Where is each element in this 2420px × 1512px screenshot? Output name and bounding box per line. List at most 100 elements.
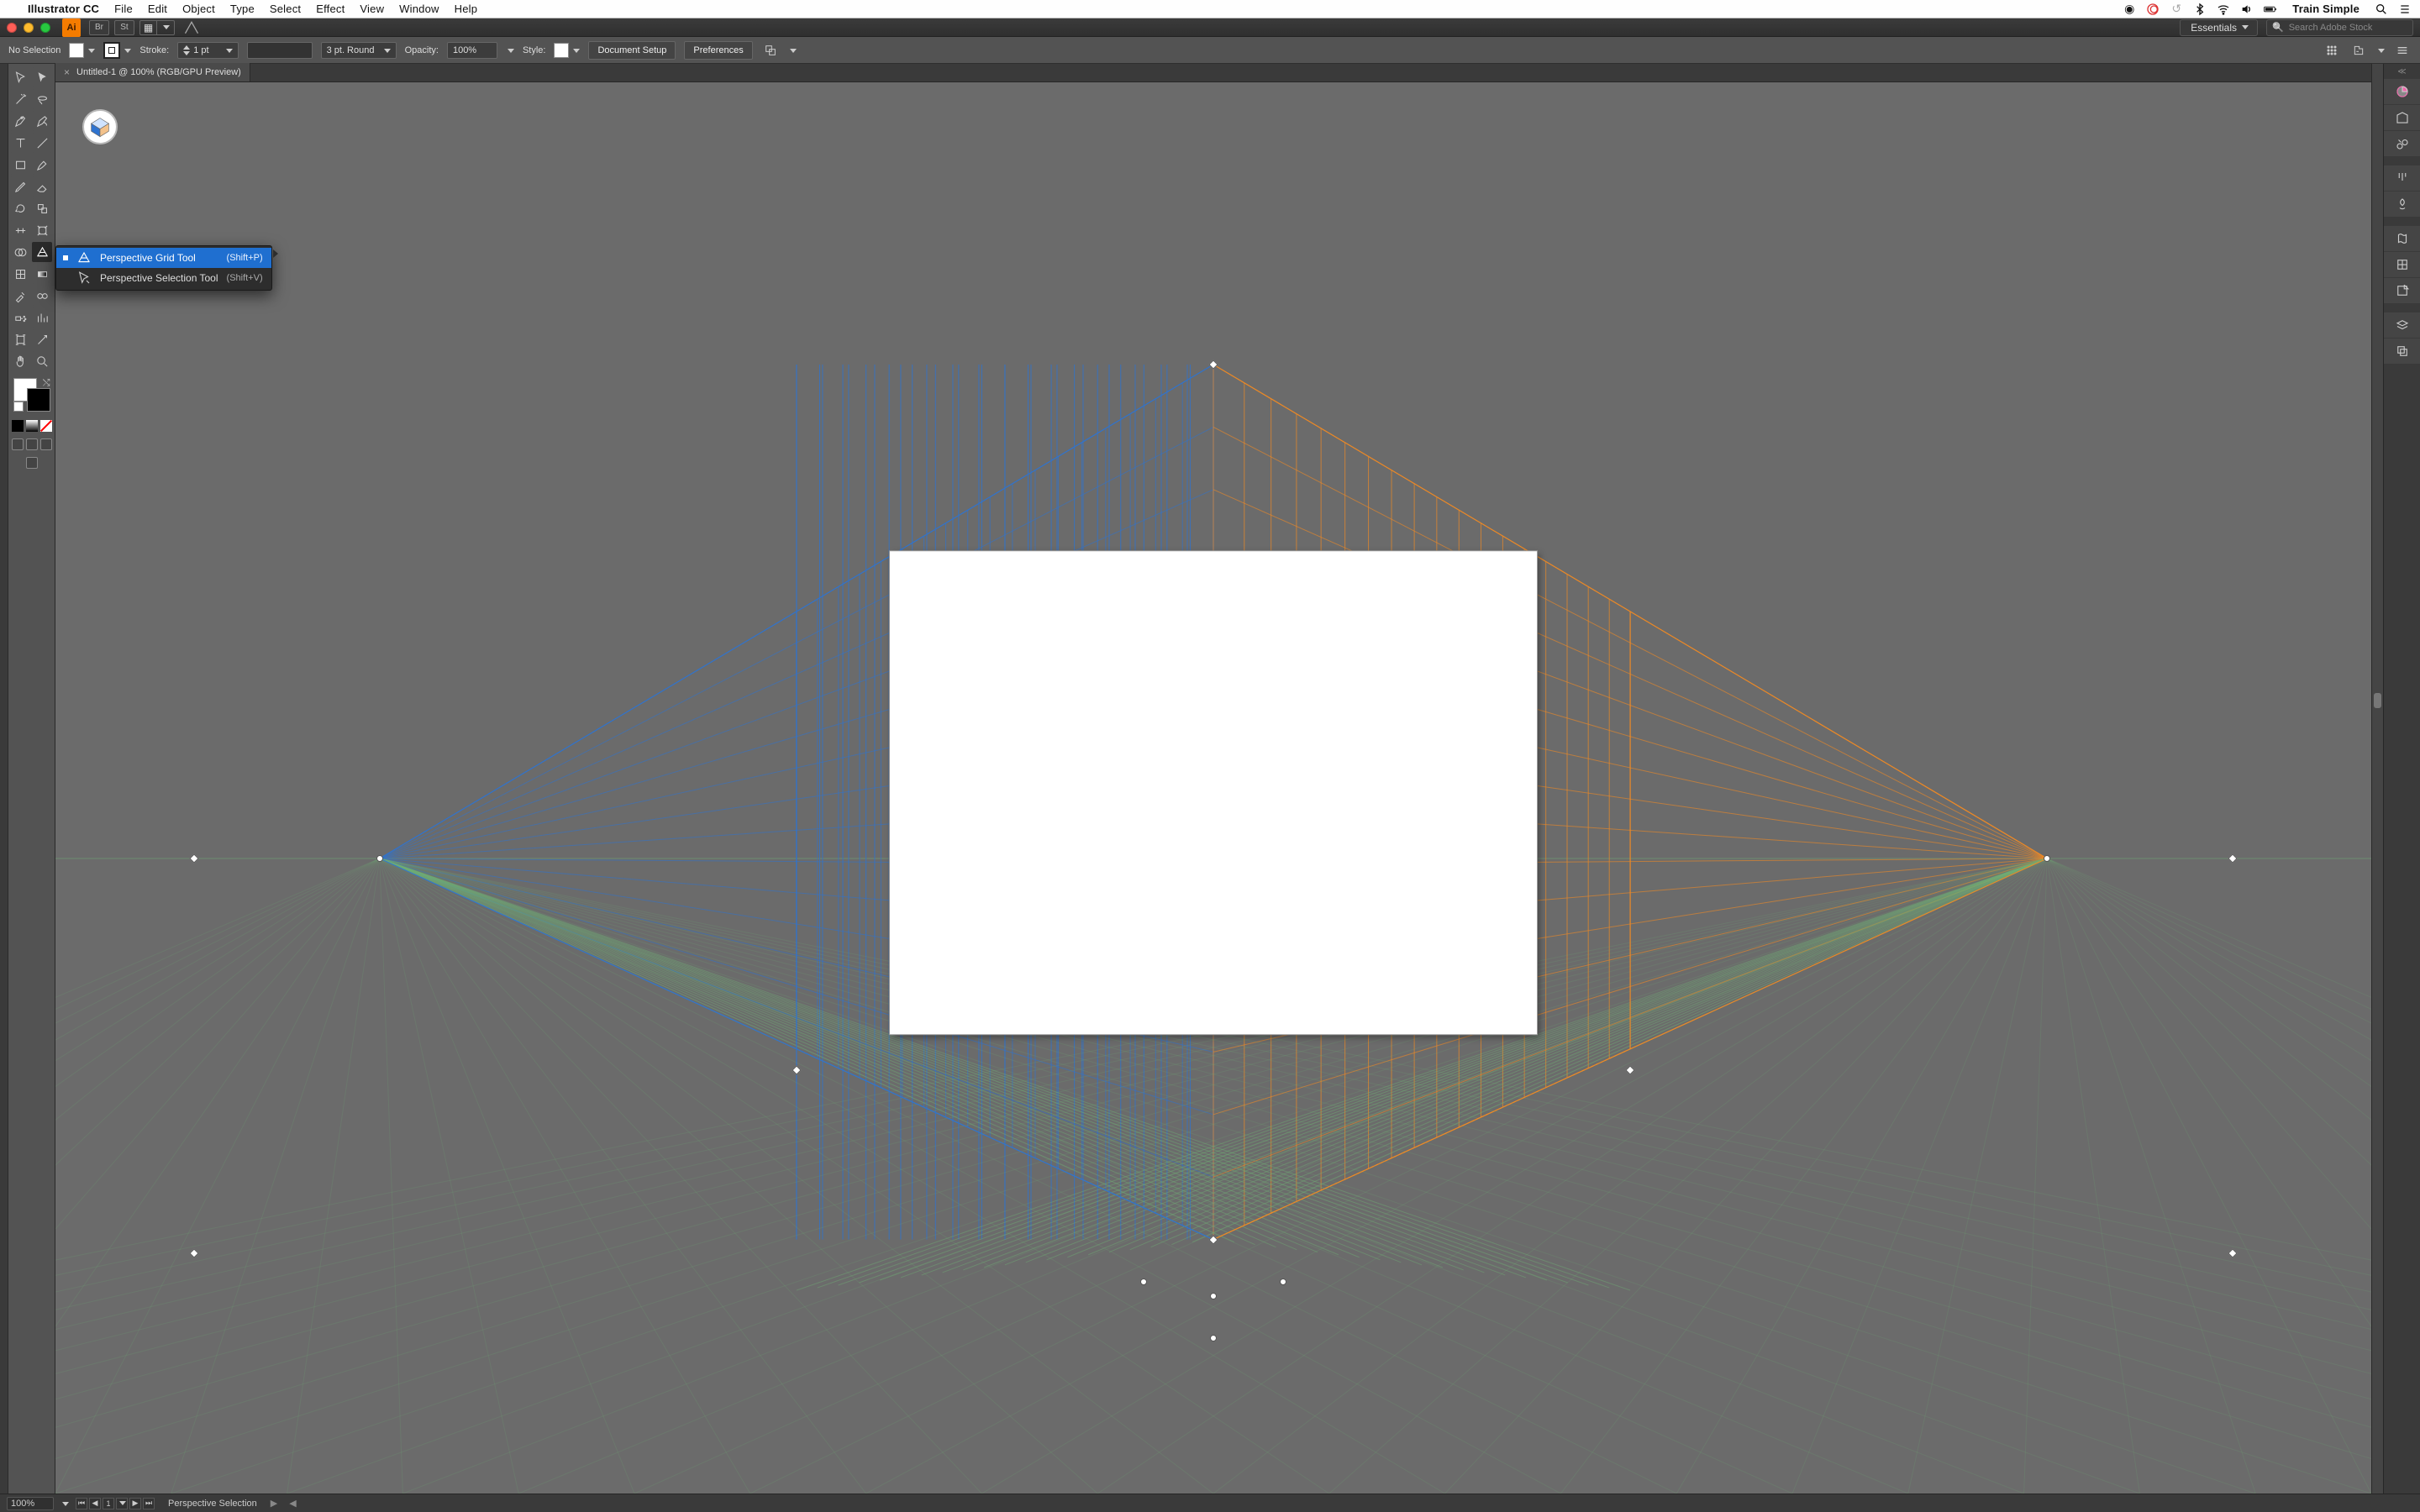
stock-button[interactable]: St	[114, 20, 134, 35]
close-window[interactable]	[7, 23, 17, 33]
battery-icon[interactable]	[2264, 3, 2277, 16]
grid-extent-right[interactable]	[2228, 1249, 2237, 1258]
zoom-field[interactable]: 100%	[7, 1497, 54, 1510]
draw-normal[interactable]	[12, 438, 24, 450]
stroke-color-swatch[interactable]	[27, 388, 50, 412]
grid-plane-right-bottom[interactable]	[1625, 1065, 1634, 1074]
dock-swatches[interactable]	[2384, 131, 2420, 156]
panel-menu-icon[interactable]	[2393, 41, 2412, 60]
opacity-caret[interactable]	[506, 45, 514, 55]
status-icon-circle[interactable]: ◉	[2123, 3, 2136, 16]
color-mode-gradient[interactable]	[26, 420, 38, 432]
zoom-tool[interactable]	[32, 351, 52, 371]
workspace-switcher[interactable]: Essentials	[2180, 19, 2258, 36]
curvature-tool[interactable]	[32, 111, 52, 131]
rectangle-tool[interactable]	[10, 155, 30, 175]
color-mode-none[interactable]	[40, 420, 52, 432]
volume-icon[interactable]	[2240, 3, 2254, 16]
flyout-perspective-grid[interactable]: Perspective Grid Tool (Shift+P)	[56, 248, 271, 268]
transform-panel-icon[interactable]	[2323, 41, 2341, 60]
preferences-button[interactable]: Preferences	[684, 41, 752, 60]
pencil-tool[interactable]	[10, 176, 30, 197]
perspective-grid-tool[interactable]	[32, 242, 52, 262]
free-transform-tool[interactable]	[32, 220, 52, 240]
status-menu-icon[interactable]: ▶	[271, 1498, 277, 1509]
canvas[interactable]	[55, 82, 2371, 1494]
opacity-field[interactable]: 100%	[447, 42, 497, 59]
direct-selection-tool[interactable]	[32, 67, 52, 87]
dock-layers[interactable]	[2384, 312, 2420, 338]
fill-stroke-widget[interactable]: ⤭	[13, 378, 50, 412]
symbol-sprayer-tool[interactable]	[10, 307, 30, 328]
rotate-tool[interactable]	[10, 198, 30, 218]
bluetooth-icon[interactable]	[2193, 3, 2207, 16]
menu-select[interactable]: Select	[262, 3, 308, 15]
artboard-caret[interactable]	[116, 1498, 128, 1509]
align-to-button[interactable]	[761, 41, 780, 60]
brush-definition[interactable]: 3 pt. Round	[321, 42, 397, 59]
swap-fill-stroke[interactable]: ⤭	[43, 378, 50, 389]
menu-help[interactable]: Help	[447, 3, 486, 15]
dock-artboards[interactable]	[2384, 339, 2420, 364]
artboard-tool[interactable]	[10, 329, 30, 349]
arrange-documents[interactable]: ▦	[139, 20, 175, 35]
menu-edit[interactable]: Edit	[140, 3, 175, 15]
draw-inside[interactable]	[40, 438, 52, 450]
column-graph-tool[interactable]	[32, 307, 52, 328]
bridge-button[interactable]: Br	[89, 20, 109, 35]
notification-center-icon[interactable]	[2398, 3, 2412, 16]
flyout-perspective-selection[interactable]: Perspective Selection Tool (Shift+V)	[56, 268, 271, 288]
next-artboard[interactable]: ▶	[129, 1498, 141, 1509]
graphic-style[interactable]	[554, 43, 580, 58]
zoom-window[interactable]	[40, 23, 50, 33]
dock-symbols[interactable]	[2384, 192, 2420, 217]
status-icon-cc[interactable]	[2146, 3, 2160, 16]
timemachine-icon[interactable]: ↺	[2170, 3, 2183, 16]
menu-effect[interactable]: Effect	[308, 3, 352, 15]
default-fill-stroke[interactable]	[13, 402, 24, 412]
menu-window[interactable]: Window	[392, 3, 446, 15]
grid-handle-origin[interactable]	[1208, 1235, 1218, 1244]
line-tool[interactable]	[32, 133, 52, 153]
type-tool[interactable]	[10, 133, 30, 153]
scale-tool[interactable]	[32, 198, 52, 218]
dock-brushes[interactable]	[2384, 165, 2420, 191]
grid-vanishing-left[interactable]	[376, 855, 383, 862]
grid-handle-top[interactable]	[1208, 360, 1218, 369]
draw-behind[interactable]	[26, 438, 38, 450]
blend-tool[interactable]	[32, 286, 52, 306]
fill-swatch[interactable]	[69, 43, 95, 58]
eraser-tool[interactable]	[32, 176, 52, 197]
document-tab[interactable]: × Untitled-1 @ 100% (RGB/GPU Preview)	[55, 63, 250, 81]
close-tab-icon[interactable]: ×	[64, 66, 70, 78]
grid-vanishing-right[interactable]	[2044, 855, 2050, 862]
status-scroll-left[interactable]: ◀	[289, 1498, 296, 1509]
dock-export[interactable]	[2384, 278, 2420, 303]
paintbrush-tool[interactable]	[32, 155, 52, 175]
menu-object[interactable]: Object	[175, 3, 223, 15]
artboard-number[interactable]: 1	[103, 1498, 114, 1509]
grid-plane-left-bottom[interactable]	[792, 1065, 801, 1074]
minimize-window[interactable]	[24, 23, 34, 33]
dock-expand-icon[interactable]	[2384, 64, 2420, 79]
mesh-tool[interactable]	[10, 264, 30, 284]
magic-wand-tool[interactable]	[10, 89, 30, 109]
menu-type[interactable]: Type	[223, 3, 262, 15]
isolate-caret[interactable]	[2376, 45, 2385, 55]
user-name[interactable]: Train Simple	[2287, 3, 2365, 15]
zoom-caret[interactable]	[60, 1499, 69, 1509]
grid-handle-ground-level[interactable]	[1210, 1293, 1217, 1299]
menu-view[interactable]: View	[352, 3, 392, 15]
eyedropper-tool[interactable]	[10, 286, 30, 306]
stroke-weight-field[interactable]: 1 pt	[177, 42, 238, 59]
vertical-scrollbar[interactable]	[2371, 64, 2383, 1494]
document-setup-button[interactable]: Document Setup	[588, 41, 676, 60]
pen-tool[interactable]	[10, 111, 30, 131]
grid-handle-horizon-left[interactable]	[190, 853, 199, 863]
slice-tool[interactable]	[32, 329, 52, 349]
plane-switch-widget[interactable]	[82, 109, 118, 144]
variable-width-profile[interactable]	[247, 42, 313, 59]
dock-color[interactable]	[2384, 79, 2420, 104]
width-tool[interactable]	[10, 220, 30, 240]
menu-file[interactable]: File	[107, 3, 140, 15]
